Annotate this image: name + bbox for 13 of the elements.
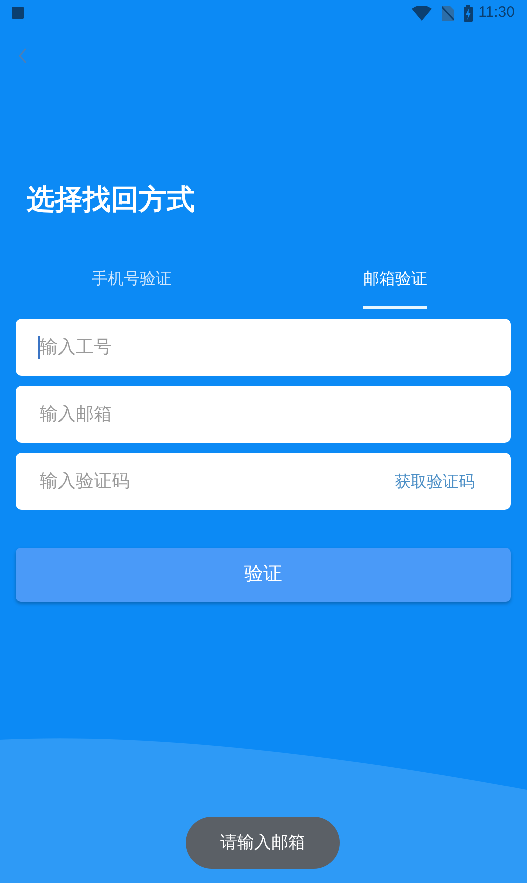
input-field[interactable]: 输入邮箱 [16, 386, 511, 443]
back-icon [18, 48, 28, 64]
get-code-link[interactable]: 获取验证码 [395, 471, 475, 495]
no-sim-icon [442, 6, 454, 20]
verify-button[interactable]: 验证 [16, 548, 511, 602]
tab[interactable]: 邮箱验证 [264, 264, 527, 309]
input-field[interactable]: 输入工号 [16, 319, 511, 376]
status-time: 11:30 [478, 2, 515, 23]
page-title: 选择找回方式 [27, 183, 196, 217]
battery-icon [464, 4, 473, 22]
toast: 请输入邮箱 [186, 817, 340, 869]
tab[interactable]: 手机号验证 [0, 264, 264, 309]
wifi-icon [412, 6, 432, 20]
